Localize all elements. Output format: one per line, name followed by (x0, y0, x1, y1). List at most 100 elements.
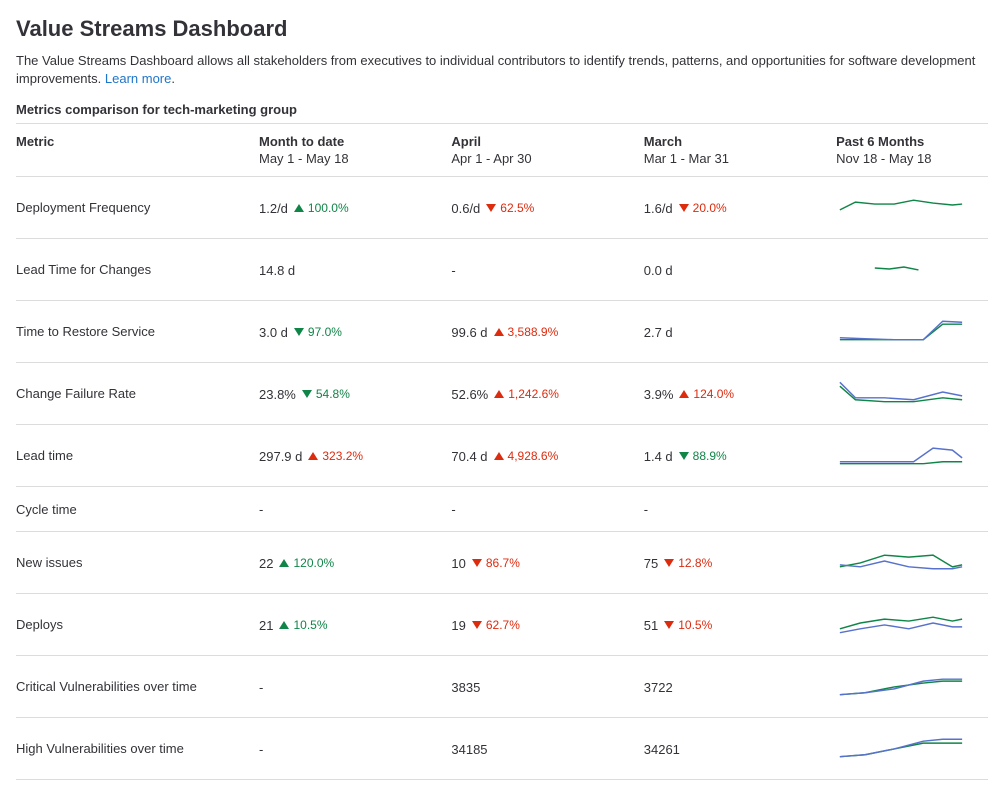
col-mtd: Month to date May 1 - May 18 (259, 124, 451, 177)
cell-spark (836, 656, 988, 718)
sparkline-series-1 (840, 325, 962, 341)
metric-name: Deployment Frequency (16, 177, 259, 239)
cell-april: - (451, 239, 643, 301)
trend-indicator: 323.2% (308, 449, 363, 463)
trend-pct: 1,242.6% (508, 387, 559, 401)
trend-indicator: 86.7% (472, 556, 520, 570)
sparkline (836, 732, 966, 762)
metric-value: 19 (451, 618, 465, 633)
cell-march: 1.4 d88.9% (644, 425, 836, 487)
learn-more-link[interactable]: Learn more (105, 71, 171, 86)
sparkline (836, 608, 966, 638)
metric-value: 52.6% (451, 387, 488, 402)
trend-pct: 3,588.9% (508, 325, 559, 339)
metric-name: High Vulnerabilities over time (16, 718, 259, 780)
trend-indicator: 62.7% (472, 618, 520, 632)
cell-march: 1.6/d 20.0% (644, 177, 836, 239)
trend-pct: 88.9% (693, 449, 727, 463)
metrics-subhead: Metrics comparison for tech-marketing gr… (16, 102, 988, 117)
col-past6: Past 6 Months Nov 18 - May 18 (836, 124, 988, 177)
trend-down-icon (486, 204, 496, 212)
trend-down-icon (472, 559, 482, 567)
cell-march: 3722 (644, 656, 836, 718)
trend-pct: 120.0% (293, 556, 334, 570)
trend-indicator: 120.0% (279, 556, 334, 570)
trend-indicator: 1,242.6% (494, 387, 559, 401)
metric-value: 0.0 d (644, 263, 673, 278)
page-title: Value Streams Dashboard (16, 16, 988, 42)
cell-march: 3.9% 124.0% (644, 363, 836, 425)
trend-pct: 62.5% (500, 201, 534, 215)
trend-pct: 62.7% (486, 618, 520, 632)
col-metric: Metric (16, 124, 259, 177)
trend-down-icon (472, 621, 482, 629)
table-row: Deployment Frequency1.2/d 100.0% 0.6/d 62.5… (16, 177, 988, 239)
table-row: Lead Time for Changes14.8 d-0.0 d (16, 239, 988, 301)
sparkline-series-1 (875, 267, 919, 270)
cell-march: - (644, 487, 836, 532)
metric-value: 70.4 d (451, 449, 487, 464)
metric-value: 14.8 d (259, 263, 295, 278)
metric-name: Lead time (16, 425, 259, 487)
metric-value: 3.9% (644, 387, 674, 402)
trend-down-icon (679, 204, 689, 212)
trend-pct: 100.0% (308, 201, 349, 215)
cell-march: 34261 (644, 718, 836, 780)
metric-name: Change Failure Rate (16, 363, 259, 425)
metric-value: 99.6 d (451, 325, 487, 340)
sparkline (836, 253, 966, 283)
table-row: Change Failure Rate23.8% 54.8% 52.6% 1,242.… (16, 363, 988, 425)
metric-value: 23.8% (259, 387, 296, 402)
metric-name: Cycle time (16, 487, 259, 532)
trend-pct: 124.0% (693, 387, 734, 401)
cell-april: 34185 (451, 718, 643, 780)
cell-mtd: - (259, 656, 451, 718)
cell-april: 1086.7% (451, 532, 643, 594)
trend-pct: 4,928.6% (508, 449, 559, 463)
cell-april: 19 62.7% (451, 594, 643, 656)
cell-mtd: 23.8% 54.8% (259, 363, 451, 425)
trend-up-icon (308, 452, 318, 460)
col-march: March Mar 1 - Mar 31 (644, 124, 836, 177)
sparkline-series-2 (840, 623, 962, 633)
cell-spark (836, 425, 988, 487)
cell-april: - (451, 487, 643, 532)
cell-spark (836, 718, 988, 780)
cell-mtd: 22120.0% (259, 532, 451, 594)
table-row: Deploys21 10.5% 19 62.7% 5110.5% (16, 594, 988, 656)
metric-value: 0.6/d (451, 201, 480, 216)
trend-pct: 323.2% (322, 449, 363, 463)
trend-indicator: 124.0% (679, 387, 734, 401)
metric-value: 21 (259, 618, 273, 633)
cell-mtd: - (259, 487, 451, 532)
sparkline (836, 439, 966, 469)
table-row: New issues22120.0%1086.7%7512.8% (16, 532, 988, 594)
cell-march: 5110.5% (644, 594, 836, 656)
trend-indicator: 100.0% (294, 201, 349, 215)
trend-indicator: 3,588.9% (494, 325, 559, 339)
cell-april: 52.6% 1,242.6% (451, 363, 643, 425)
metric-value: 1.2/d (259, 201, 288, 216)
sparkline (836, 377, 966, 407)
page-description: The Value Streams Dashboard allows all s… (16, 52, 988, 88)
sparkline (836, 670, 966, 700)
cell-march: 2.7 d (644, 301, 836, 363)
trend-up-icon (679, 390, 689, 398)
sparkline-series-1 (840, 201, 962, 211)
sparkline (836, 546, 966, 576)
metric-value: 34261 (644, 742, 680, 757)
trend-indicator: 54.8% (302, 387, 350, 401)
trend-indicator: 10.5% (664, 618, 712, 632)
trend-indicator: 20.0% (679, 201, 727, 215)
metric-value: 1.6/d (644, 201, 673, 216)
metric-value: 3.0 d (259, 325, 288, 340)
metric-name: Deploys (16, 594, 259, 656)
sparkline-series-2 (840, 383, 962, 400)
trend-pct: 12.8% (678, 556, 712, 570)
cell-spark (836, 239, 988, 301)
table-row: Lead time297.9 d323.2%70.4 d4,928.6%1.4 … (16, 425, 988, 487)
metric-value: 34185 (451, 742, 487, 757)
metric-name: Critical Vulnerabilities over time (16, 656, 259, 718)
cell-april: 70.4 d 4,928.6% (451, 425, 643, 487)
cell-spark (836, 532, 988, 594)
